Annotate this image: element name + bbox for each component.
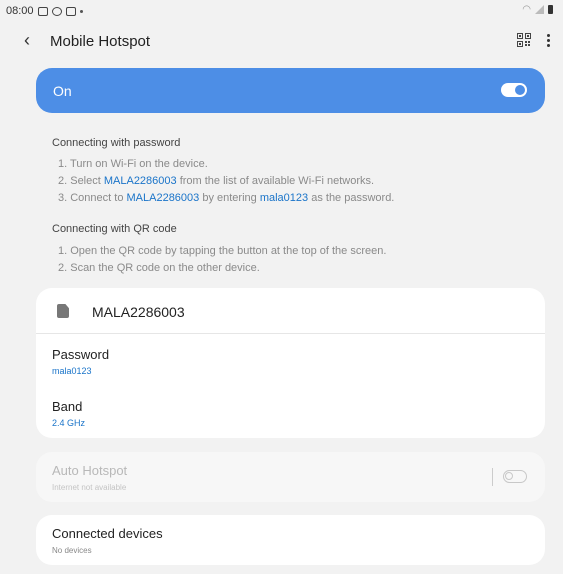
page-title: Mobile Hotspot bbox=[50, 33, 151, 50]
app-notification-icon bbox=[65, 6, 76, 16]
step2-prefix: 2. Select bbox=[58, 175, 104, 187]
step3-prefix: 3. Connect to bbox=[58, 192, 127, 204]
connected-devices-card[interactable]: Connected devices No devices bbox=[36, 515, 545, 565]
gallery-notification-icon bbox=[37, 6, 48, 16]
network-name-link: MALA2286003 bbox=[103, 175, 177, 187]
password-section-title: Connecting with password bbox=[52, 137, 181, 149]
hotspot-device-icon bbox=[57, 304, 69, 318]
network-info-card: MALA2286003 Password mala0123 Band 2.4 G… bbox=[36, 288, 545, 438]
auto-hotspot-title: Auto Hotspot bbox=[52, 463, 128, 478]
master-switch-label: On bbox=[53, 83, 72, 99]
more-notifications-dot-icon bbox=[79, 9, 83, 13]
hotspot-master-switch[interactable]: On bbox=[36, 68, 545, 113]
toggle-knob bbox=[515, 85, 525, 95]
step3-suffix: as the password. bbox=[308, 192, 395, 204]
qr-step-2: 2. Scan the QR code on the other device. bbox=[58, 262, 260, 274]
qr-step-1: 1. Open the QR code by tapping the butto… bbox=[58, 245, 387, 257]
master-toggle-switch[interactable] bbox=[501, 83, 527, 97]
battery-icon bbox=[548, 5, 553, 14]
toggle-knob bbox=[505, 472, 513, 480]
app-bar: ‹ Mobile Hotspot bbox=[0, 24, 563, 60]
status-time: 08:00 bbox=[6, 5, 34, 17]
status-bar: 08:00 ◠ bbox=[0, 0, 563, 22]
password-link: mala0123 bbox=[259, 192, 309, 204]
auto-hotspot-card: Auto Hotspot Internet not available bbox=[36, 452, 545, 502]
band-value: 2.4 GHz bbox=[52, 418, 86, 428]
step3-mid: by entering bbox=[199, 192, 260, 204]
qr-section-title: Connecting with QR code bbox=[52, 223, 177, 235]
wifi-status-icon: ◠ bbox=[522, 4, 531, 15]
password-step-3: 3. Connect to MALA2286003 by entering ma… bbox=[58, 192, 394, 204]
signal-icon bbox=[535, 5, 544, 14]
password-step-1: 1. Turn on Wi-Fi on the device. bbox=[58, 158, 208, 170]
auto-hotspot-toggle[interactable] bbox=[503, 470, 527, 483]
network-name-row[interactable]: MALA2286003 bbox=[36, 288, 545, 334]
step2-suffix: from the list of available Wi-Fi network… bbox=[176, 175, 375, 187]
back-button[interactable]: ‹ bbox=[24, 30, 30, 51]
band-label: Band bbox=[52, 399, 83, 414]
connected-devices-subtitle: No devices bbox=[52, 546, 92, 555]
band-row[interactable]: Band 2.4 GHz bbox=[36, 386, 545, 436]
auto-hotspot-subtitle: Internet not available bbox=[52, 483, 127, 492]
status-left: 08:00 bbox=[6, 5, 83, 17]
network-name-link: MALA2286003 bbox=[126, 192, 200, 204]
password-row[interactable]: Password mala0123 bbox=[36, 334, 545, 384]
more-options-icon[interactable] bbox=[545, 32, 551, 50]
network-name: MALA2286003 bbox=[92, 304, 185, 320]
sync-notification-icon bbox=[51, 6, 62, 16]
connected-devices-title: Connected devices bbox=[52, 526, 163, 541]
status-right: ◠ bbox=[522, 4, 553, 15]
password-label: Password bbox=[52, 347, 110, 362]
divider bbox=[492, 468, 493, 486]
qr-code-icon[interactable] bbox=[517, 33, 531, 47]
password-step-2: 2. Select MALA2286003 from the list of a… bbox=[58, 175, 374, 187]
password-value: mala0123 bbox=[52, 366, 92, 376]
